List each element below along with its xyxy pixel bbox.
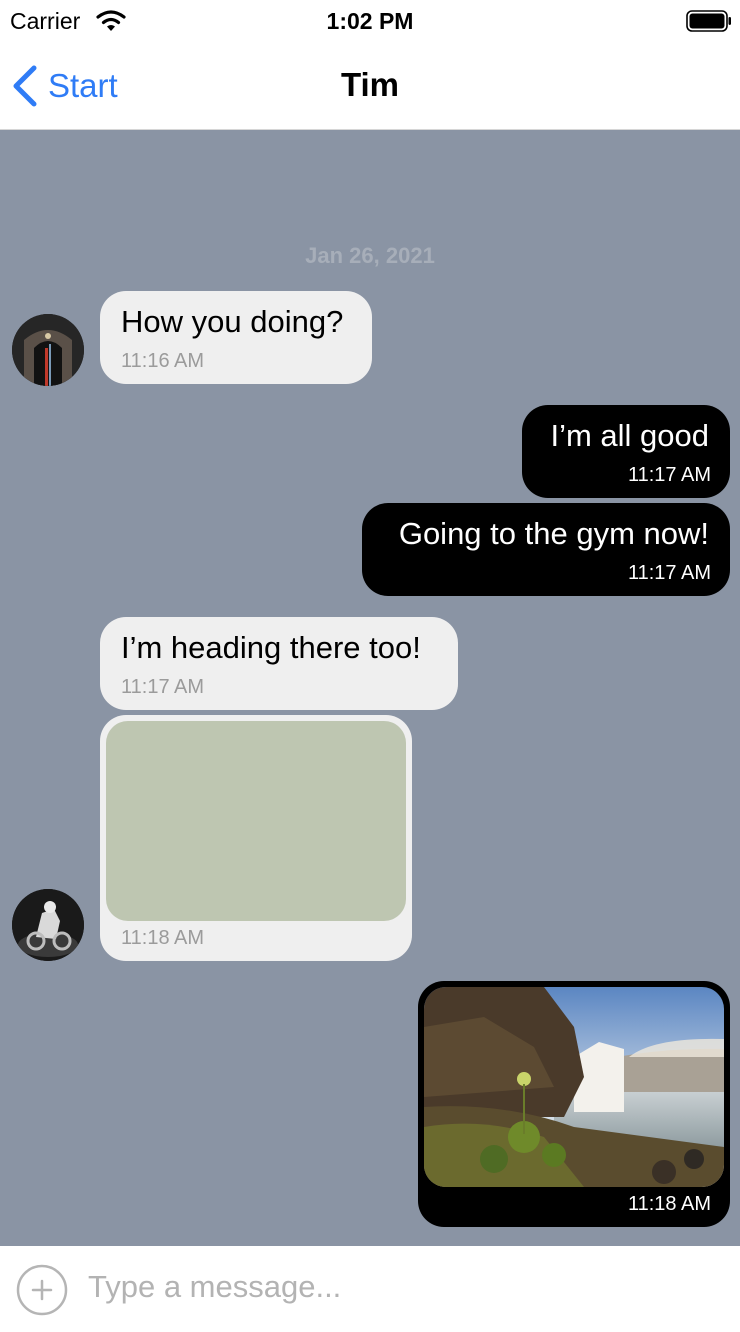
waterfall-photo[interactable]	[424, 987, 724, 1187]
message-time: 11:17 AM	[121, 676, 205, 698]
navigation-bar: Start Tim	[0, 44, 740, 130]
composer-bar	[0, 1246, 740, 1332]
message-bubble-outgoing[interactable]: Going to the gym now! 11:17 AM	[362, 503, 730, 596]
message-time: 11:18 AM	[627, 1193, 711, 1215]
message-time: 11:17 AM	[627, 562, 711, 584]
image-message-incoming[interactable]: 11:18 AM	[100, 715, 412, 961]
image-message-outgoing[interactable]: 11:18 AM	[418, 981, 730, 1227]
message-bubble-outgoing[interactable]: I’m all good 11:17 AM	[522, 405, 730, 498]
message-input[interactable]	[88, 1262, 708, 1312]
avatar[interactable]	[12, 889, 84, 961]
conversation-title: Tim	[340, 66, 400, 103]
message-text: Going to the gym now!	[398, 516, 709, 551]
message-time: 11:17 AM	[627, 464, 711, 486]
avatar[interactable]	[12, 314, 84, 386]
message-time: 11:18 AM	[121, 927, 205, 949]
add-circle-icon[interactable]	[16, 1264, 68, 1316]
message-bubble-incoming[interactable]: How you doing? 11:16 AM	[100, 291, 372, 384]
status-time: 1:02 PM	[326, 8, 414, 34]
message-text: How you doing?	[121, 304, 344, 339]
message-time: 11:16 AM	[121, 350, 205, 372]
image-placeholder[interactable]	[106, 721, 406, 921]
status-bar: Carrier 1:02 PM	[0, 0, 740, 44]
date-separator: Jan 26, 2021	[305, 243, 435, 268]
message-text: I’m all good	[550, 418, 709, 453]
battery-icon	[686, 10, 731, 32]
message-bubble-incoming[interactable]: I’m heading there too! 11:17 AM	[100, 617, 458, 710]
message-list[interactable]: Jan 26, 2021 How you doing? 11:16 AM I’m…	[0, 130, 740, 1246]
message-text: I’m heading there too!	[121, 630, 421, 665]
